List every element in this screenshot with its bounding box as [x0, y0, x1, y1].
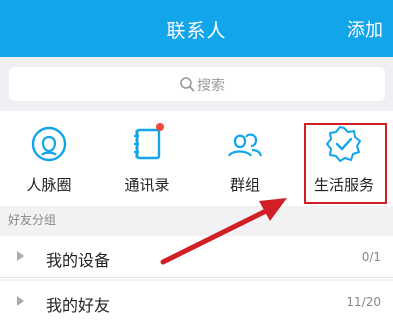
search-icon: [180, 77, 195, 92]
section-header: 好友分组: [0, 206, 393, 232]
group-label: 我的设备: [46, 251, 111, 270]
page-title: 联系人: [166, 20, 227, 42]
service-address-book[interactable]: 通讯录: [98, 111, 196, 206]
group-count: 0/1: [361, 250, 381, 264]
contacts-circle-icon: [31, 126, 67, 162]
search-placeholder: 搜索: [197, 78, 225, 94]
section-label: 好友分组: [8, 213, 57, 227]
expand-arrow-icon: [17, 296, 24, 306]
group-count: 11/20: [346, 295, 381, 309]
service-label: 人脉圈: [26, 176, 72, 194]
search-input[interactable]: 搜索: [9, 67, 385, 101]
group-icon: [227, 133, 263, 157]
divider: [0, 277, 393, 278]
service-group[interactable]: 群组: [196, 111, 294, 206]
service-contacts-circle[interactable]: 人脉圈: [0, 111, 98, 206]
group-row-devices[interactable]: 我的设备 0/1: [0, 236, 393, 279]
title-bar: 联系人 添加: [0, 0, 393, 57]
notification-dot: [156, 123, 164, 131]
group-label: 我的好友: [46, 296, 111, 315]
highlight-annotation: [304, 123, 387, 204]
expand-arrow-icon: [17, 251, 24, 261]
group-row-friends[interactable]: 我的好友 11/20: [0, 281, 393, 321]
add-button[interactable]: 添加: [347, 16, 383, 42]
search-area: 搜索: [0, 57, 393, 111]
service-label: 群组: [229, 176, 260, 194]
service-label: 通讯录: [124, 176, 170, 194]
